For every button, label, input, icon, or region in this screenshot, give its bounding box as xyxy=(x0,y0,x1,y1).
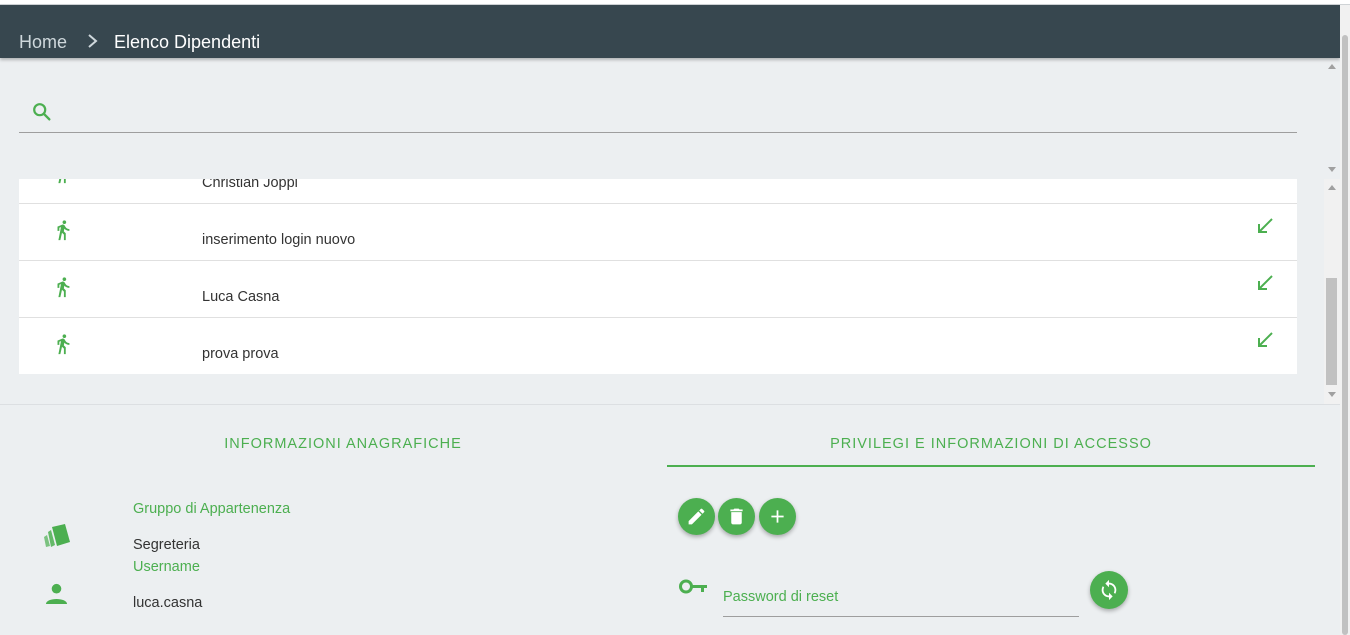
delete-button[interactable] xyxy=(718,498,755,535)
walk-icon xyxy=(58,179,66,184)
arrow-down-left-icon[interactable] xyxy=(1255,273,1275,293)
trash-icon xyxy=(730,508,743,525)
reset-password-button[interactable] xyxy=(1090,571,1128,609)
search-input[interactable] xyxy=(19,90,1297,133)
tab-access-privileges[interactable]: PRIVILEGI E INFORMAZIONI DI ACCESSO xyxy=(667,436,1315,452)
list-item[interactable]: prova prova xyxy=(19,318,1297,374)
add-button[interactable] xyxy=(759,498,796,535)
arrow-down-left-icon[interactable] xyxy=(1255,330,1275,350)
scroll-down-arrow[interactable] xyxy=(1328,167,1336,172)
employee-name: inserimento login nuovo xyxy=(202,232,356,248)
list-scrollbar[interactable] xyxy=(1324,179,1340,405)
arrow-down-left-icon[interactable] xyxy=(1255,216,1275,236)
scroll-up-arrow[interactable] xyxy=(1328,64,1336,69)
page-scrollbar[interactable] xyxy=(1340,5,1350,635)
group-value: Segreteria xyxy=(133,537,200,553)
list-item[interactable]: Christian Joppi xyxy=(19,179,1297,204)
employee-name: Christian Joppi xyxy=(202,179,298,191)
section-divider xyxy=(0,404,1340,405)
person-icon xyxy=(45,583,68,605)
tab-personal-info[interactable]: INFORMAZIONI ANAGRAFICHE xyxy=(19,436,667,452)
walk-icon xyxy=(57,277,70,298)
chevron-right-icon xyxy=(88,34,98,48)
walk-icon xyxy=(57,220,70,241)
username-value: luca.casna xyxy=(133,595,203,611)
active-tab-indicator xyxy=(667,465,1315,467)
list-item[interactable]: Luca Casna xyxy=(19,261,1297,318)
username-label: Username xyxy=(133,559,200,575)
list-item[interactable]: inserimento login nuovo xyxy=(19,204,1297,261)
scroll-down-arrow[interactable] xyxy=(1328,392,1336,397)
edit-button[interactable] xyxy=(678,498,715,535)
reset-password-field[interactable] xyxy=(723,578,1079,617)
top-bar: Home Elenco Dipendenti xyxy=(0,5,1340,58)
group-label: Gruppo di Appartenenza xyxy=(133,501,291,517)
employee-name: prova prova xyxy=(202,346,279,362)
scroll-up-arrow[interactable] xyxy=(1328,185,1336,190)
employee-name: Luca Casna xyxy=(202,289,280,305)
list-scrollbar-thumb[interactable] xyxy=(1326,278,1337,385)
search-area-scrollbar[interactable] xyxy=(1324,58,1340,178)
tags-icon xyxy=(44,524,70,547)
breadcrumb-current: Elenco Dipendenti xyxy=(114,32,261,52)
page-scrollbar-thumb[interactable] xyxy=(1342,35,1348,635)
key-icon xyxy=(679,579,707,594)
refresh-icon xyxy=(1101,579,1117,601)
plus-icon xyxy=(771,510,784,523)
walk-icon xyxy=(57,334,70,355)
search-icon xyxy=(33,103,51,121)
pencil-icon xyxy=(688,508,705,525)
employee-list: Christian Joppi inserimento login nuovo … xyxy=(19,179,1297,374)
breadcrumb-home[interactable]: Home xyxy=(19,32,67,53)
